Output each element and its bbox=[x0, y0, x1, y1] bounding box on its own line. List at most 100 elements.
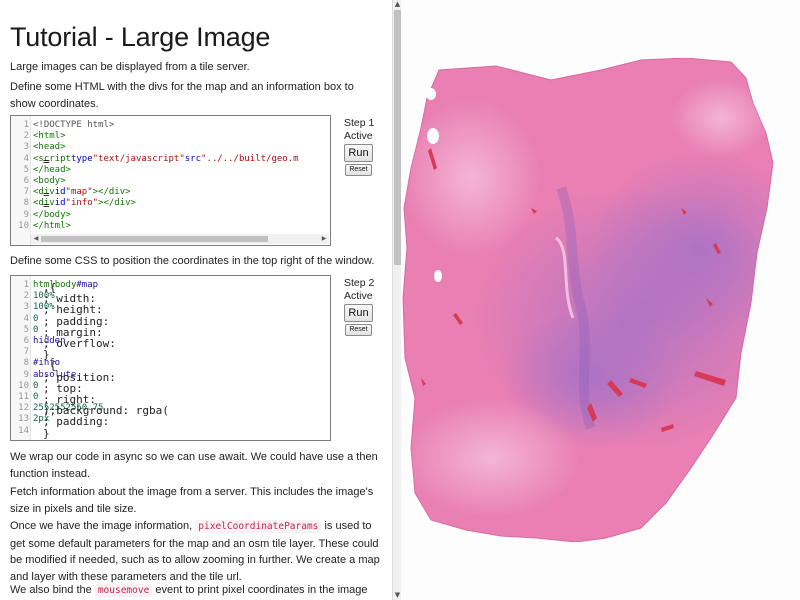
horizontal-scrollbar[interactable]: ◀ ▶ bbox=[31, 234, 329, 244]
code-line[interactable]: 2 <html> bbox=[11, 131, 330, 142]
code-text[interactable]: <script type = "text/javascript" src = "../.… bbox=[33, 154, 299, 168]
bind-paragraph: We also bind the mousemove event to prin… bbox=[10, 582, 380, 600]
code-line[interactable]: 14} bbox=[11, 425, 330, 440]
code-line[interactable]: 5 </head> bbox=[11, 164, 330, 176]
code-text[interactable]: position: absolute; bbox=[33, 370, 116, 384]
line-number: 5 bbox=[23, 164, 29, 175]
code-line[interactable]: 7 <div id = "map"></div> bbox=[11, 187, 330, 201]
step2-reset-button[interactable]: Reset bbox=[345, 324, 372, 336]
line-number: 2 bbox=[23, 131, 29, 142]
inline-code-pixelcoordinateparams: pixelCoordinateParams bbox=[195, 520, 322, 533]
line-number: 14 bbox=[18, 425, 29, 436]
line-number: 6 bbox=[23, 176, 29, 186]
code-text[interactable]: </head> bbox=[33, 165, 71, 176]
code-text[interactable]: <body> bbox=[33, 176, 66, 187]
line-number: 9 bbox=[23, 209, 29, 220]
code-line[interactable]: 13 padding: 2px; bbox=[11, 414, 330, 428]
code-text[interactable]: <html> bbox=[33, 131, 66, 142]
code-text[interactable]: right: 0; bbox=[33, 392, 96, 406]
code-line[interactable]: 3 <head> bbox=[11, 142, 330, 153]
line-number: 9 bbox=[23, 369, 29, 380]
async-paragraph: We wrap our code in async so we can use … bbox=[10, 451, 378, 480]
scroll-left-icon[interactable]: ◀ bbox=[31, 234, 41, 244]
line-number: 11 bbox=[18, 392, 29, 402]
code-text[interactable]: overflow: hidden; bbox=[33, 336, 116, 350]
page-scrollbar[interactable]: ▲ ▼ bbox=[392, 0, 401, 600]
step2-description: Define some CSS to position the coordina… bbox=[10, 255, 375, 267]
step1-run-button[interactable]: Run bbox=[344, 144, 373, 162]
line-number: 10 bbox=[18, 220, 29, 231]
code-line[interactable]: 8 #info { bbox=[11, 358, 330, 372]
code-text[interactable]: <div id = "map"></div> bbox=[33, 187, 131, 201]
code-text[interactable]: html, body, #map { bbox=[33, 280, 98, 294]
line-number: 2 bbox=[23, 291, 29, 302]
step1-reset-button[interactable]: Reset bbox=[345, 164, 372, 176]
code-text[interactable]: #info { bbox=[33, 358, 60, 372]
scrollbar-thumb[interactable] bbox=[41, 236, 268, 242]
line-number: 1 bbox=[23, 280, 29, 290]
step1-label: Step 1 bbox=[344, 117, 375, 129]
code-line[interactable]: 1 <!DOCTYPE html> bbox=[11, 120, 330, 131]
line-number: 3 bbox=[23, 302, 29, 313]
code-line[interactable]: 6 overflow: hidden; bbox=[11, 336, 330, 350]
scroll-right-icon[interactable]: ▶ bbox=[319, 234, 329, 244]
code-line[interactable]: 3 height: 100%; bbox=[11, 302, 330, 316]
code-text[interactable]: top: 0; bbox=[33, 381, 83, 395]
code-text[interactable]: padding: 0; bbox=[33, 313, 109, 328]
code-line[interactable]: 11 right: 0; bbox=[11, 392, 330, 406]
code-text[interactable]: padding: 2px; bbox=[33, 414, 109, 428]
code-line[interactable]: 4 <script type = "text/javascript" src = "..… bbox=[11, 153, 330, 168]
code-line[interactable]: 7} bbox=[11, 347, 330, 361]
code-editor-step1[interactable]: ◀ ▶ 1 <!DOCTYPE html> 2 <html> 3 <head> 4 <scr… bbox=[10, 115, 331, 246]
intro-text: Large images can be displayed from a til… bbox=[10, 61, 250, 73]
code-token: 0 bbox=[33, 313, 39, 324]
line-number: 12 bbox=[18, 403, 29, 414]
line-number: 5 bbox=[23, 324, 29, 335]
code-line[interactable]: 10 </html> bbox=[11, 220, 330, 232]
code-token: } bbox=[43, 426, 50, 440]
code-text[interactable]: </html> bbox=[33, 221, 71, 232]
code-line[interactable]: 8 <div id = "info"></div> bbox=[11, 198, 330, 212]
fetch-paragraph: Fetch information about the image from a… bbox=[10, 486, 374, 515]
bind-text-before: We also bind the bbox=[10, 584, 92, 596]
code-text[interactable]: width: 100%; bbox=[33, 291, 96, 305]
page-scrollbar-thumb[interactable] bbox=[394, 10, 401, 265]
code-line[interactable]: 9 position: absolute; bbox=[11, 369, 330, 384]
code-token: 0 bbox=[33, 324, 39, 335]
code-token: 0 bbox=[33, 392, 39, 402]
line-number: 8 bbox=[23, 358, 29, 369]
tissue-slide-image[interactable] bbox=[401, 58, 800, 542]
code-token: <body> bbox=[33, 176, 66, 186]
code-line[interactable]: 12 background: rgba(255, 255, 255, 0.75); bbox=[11, 403, 330, 417]
code-line[interactable]: 2 width: 100%; bbox=[11, 291, 330, 305]
step2-run-button[interactable]: Run bbox=[344, 304, 373, 322]
code-line[interactable]: 10 top: 0; bbox=[11, 380, 330, 395]
code-token: <!DOCTYPE html> bbox=[33, 120, 115, 130]
step1-description: Define some HTML with the divs for the m… bbox=[10, 81, 354, 110]
code-line[interactable]: 1 html, body, #map { bbox=[11, 280, 330, 294]
inline-code-mousemove: mousemove bbox=[94, 584, 153, 597]
code-text[interactable]: background: rgba(255, 255, 255, 0.75); bbox=[33, 403, 169, 417]
line-number: 7 bbox=[23, 347, 29, 358]
code-text[interactable]: <!DOCTYPE html> bbox=[33, 120, 114, 131]
code-text[interactable]: <head> bbox=[33, 142, 66, 153]
code-line[interactable]: 9 </body> bbox=[11, 209, 330, 221]
step1-status: Active bbox=[344, 130, 373, 142]
line-number: 4 bbox=[23, 153, 29, 164]
tissue-section bbox=[402, 58, 774, 542]
line-number: 10 bbox=[18, 380, 29, 391]
line-number: 8 bbox=[23, 198, 29, 209]
code-line[interactable]: 6 <body> bbox=[11, 176, 330, 187]
map-viewer[interactable] bbox=[401, 0, 800, 600]
params-text-before: Once we have the image information, bbox=[10, 520, 193, 532]
code-line[interactable]: 4 padding: 0; bbox=[11, 313, 330, 328]
code-token: </body> bbox=[33, 209, 71, 220]
code-text[interactable]: margin: 0; bbox=[33, 324, 103, 339]
code-editor-step2[interactable]: 1 html, body, #map {2 width: 100%; 3 height:… bbox=[10, 275, 331, 441]
code-token: </head> bbox=[33, 164, 71, 175]
code-text[interactable]: <div id = "info"></div> bbox=[33, 198, 136, 212]
line-number: 1 bbox=[23, 120, 29, 130]
code-line[interactable]: 5 margin: 0; bbox=[11, 324, 330, 339]
code-text[interactable]: </body> bbox=[33, 210, 71, 221]
code-text[interactable]: height: 100%; bbox=[33, 302, 103, 316]
